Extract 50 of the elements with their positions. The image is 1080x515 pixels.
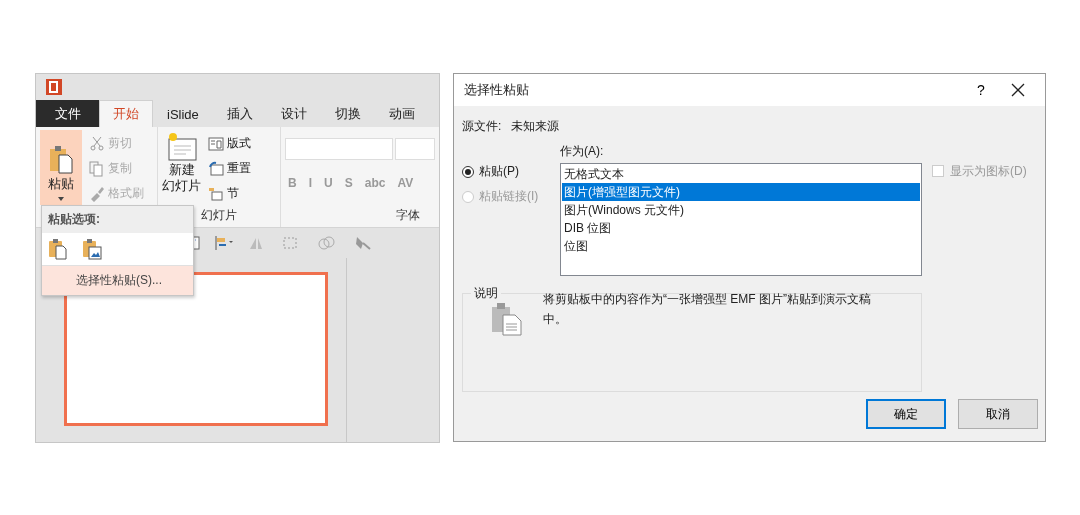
paste-special-item[interactable]: 选择性粘贴(S)... xyxy=(42,266,193,295)
ribbon-tab[interactable]: 切换 xyxy=(320,100,375,127)
new-slide-button[interactable]: 新建 幻灯片 xyxy=(162,130,201,207)
scissors-icon xyxy=(89,135,105,152)
brush-icon xyxy=(89,185,105,202)
clipboard-icon xyxy=(49,145,73,175)
close-icon[interactable] xyxy=(1011,83,1025,97)
font-size-field[interactable] xyxy=(395,138,435,160)
list-item[interactable]: DIB 位图 xyxy=(562,219,920,237)
font-name-field[interactable] xyxy=(285,138,393,160)
clipboard-icon xyxy=(491,302,523,336)
align-icon[interactable] xyxy=(214,235,234,251)
ribbon-tab[interactable]: 插入 xyxy=(212,100,267,127)
source-label: 源文件: xyxy=(462,118,502,135)
reset-icon xyxy=(208,160,224,177)
ribbon-tab[interactable]: 设计 xyxy=(266,100,321,127)
new-slide-icon xyxy=(165,130,198,162)
description-text: 将剪贴板中的内容作为“一张增强型 EMF 图片”粘贴到演示文稿中。 xyxy=(543,291,872,328)
paste-button[interactable]: 粘贴 xyxy=(40,130,82,205)
slide-menu-item[interactable]: 重置 xyxy=(208,158,251,179)
brush-icon[interactable] xyxy=(354,235,372,251)
paste-picture-icon[interactable] xyxy=(82,238,102,260)
list-item[interactable]: 图片(增强型图元文件) xyxy=(562,183,920,201)
list-item[interactable]: 位图 xyxy=(562,237,920,255)
group-title: 说明 xyxy=(473,285,499,302)
ribbon-tab[interactable]: 动画 xyxy=(374,100,429,127)
caret-icon xyxy=(58,197,64,201)
layout-icon xyxy=(208,135,224,152)
slide[interactable] xyxy=(64,272,328,426)
copy-icon xyxy=(89,160,105,177)
menu-title: 粘贴选项: xyxy=(42,206,193,233)
group-label: 幻灯片 xyxy=(200,207,238,224)
slide-menu-item[interactable]: 节 xyxy=(208,183,251,204)
dialog-title: 选择性粘贴 xyxy=(464,81,530,99)
paste-icon[interactable] xyxy=(48,238,68,260)
help-button[interactable]: ? xyxy=(961,81,1001,99)
ribbon-tab[interactable]: 文件 xyxy=(36,100,99,127)
app-logo-icon xyxy=(46,79,62,95)
list-label: 作为(A): xyxy=(560,144,604,158)
ribbon-tab[interactable]: 开始 xyxy=(99,100,153,127)
ribbon-tab[interactable]: iSlide xyxy=(153,100,213,127)
dialog-button[interactable]: 确定 xyxy=(866,399,946,429)
slide-menu-item[interactable]: 版式 xyxy=(208,133,251,154)
section-icon xyxy=(208,185,224,202)
list-item[interactable]: 无格式文本 xyxy=(562,165,920,183)
list-item[interactable]: 图片(Windows 元文件) xyxy=(562,201,920,219)
group-label: 字体 xyxy=(395,207,421,224)
radio-option[interactable]: 粘贴(P) xyxy=(462,163,560,180)
source-value: 未知来源 xyxy=(511,118,560,135)
dialog-button[interactable]: 取消 xyxy=(958,399,1038,429)
